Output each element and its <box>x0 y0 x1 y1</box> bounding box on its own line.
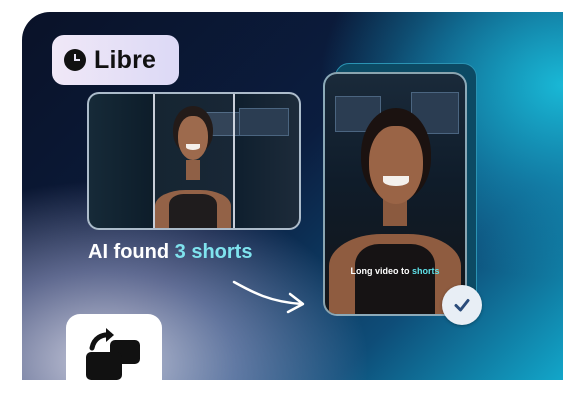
short-caption: Long video to shorts <box>350 266 440 276</box>
landscape-video-thumbnail <box>87 92 301 230</box>
repurpose-app-icon[interactable] <box>66 314 162 394</box>
libre-badge: Libre <box>52 35 179 85</box>
checkmark-icon <box>442 285 482 325</box>
presenter-figure <box>325 74 465 314</box>
headline: AI found 3 shorts <box>88 241 253 263</box>
curved-arrow-icon <box>232 280 305 314</box>
crop-selection-frame <box>153 94 235 228</box>
badge-label: Libre <box>94 45 157 74</box>
portrait-short-thumbnail: Long video to shorts <box>323 72 467 316</box>
clock-icon <box>64 49 86 71</box>
